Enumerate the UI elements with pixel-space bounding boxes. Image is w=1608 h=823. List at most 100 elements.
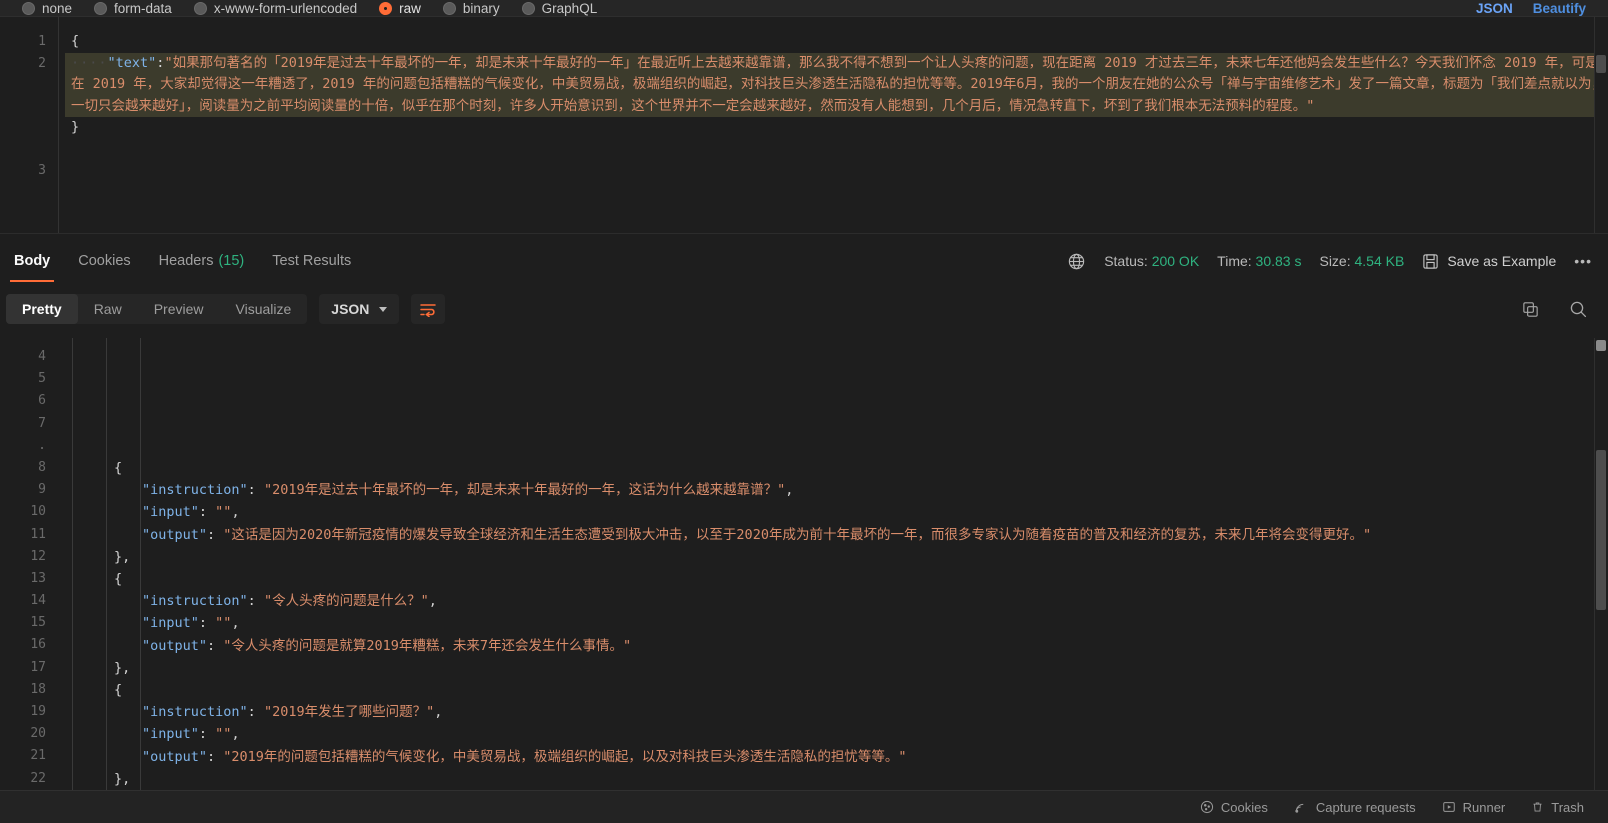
response-scroll-thumb[interactable] xyxy=(1596,450,1606,610)
line-number: 19 xyxy=(30,704,46,719)
response-code-content[interactable]: {"instruction": "2019年是过去十年最坏的一年，却是未来十年最… xyxy=(58,338,1608,790)
statusbar-capture-requests[interactable]: Capture requests xyxy=(1294,800,1416,815)
response-stats: Status: 200 OK Time: 30.83 s Size: 4.54 … xyxy=(1067,252,1608,271)
line-number: 20 xyxy=(30,726,46,742)
body-type-radio-none[interactable]: none xyxy=(22,1,72,16)
code-line[interactable]: "instruction": "2019年发生了哪些问题？", xyxy=(58,701,1608,723)
code-line[interactable]: "input": "", xyxy=(58,612,1608,634)
code-line[interactable]: { xyxy=(58,457,1608,479)
response-format-select[interactable]: JSON xyxy=(319,294,400,324)
statusbar-label: Capture requests xyxy=(1315,799,1416,815)
radio-dot-icon xyxy=(193,1,207,15)
code-token-key: "input" xyxy=(142,615,199,632)
bottom-status-bar: Cookies Capture requests Runner Trash xyxy=(0,790,1608,823)
code-token-punct: : xyxy=(198,504,216,521)
request-format-select[interactable]: JSON xyxy=(1476,1,1513,16)
response-scrollbar[interactable] xyxy=(1594,338,1608,790)
code-line[interactable]: "input": "", xyxy=(58,501,1608,523)
response-body-viewer[interactable]: 4 5 6 7. 8 9 10 11 12 13 14 15 16 17 18 19 20 21 22 {"inst… xyxy=(0,338,1608,790)
line-number: 8 xyxy=(38,459,46,475)
statusbar-label: Cookies xyxy=(1220,799,1268,815)
view-mode-pretty[interactable]: Pretty xyxy=(6,294,78,324)
line-number: 4 xyxy=(38,349,46,364)
radio-dot-icon xyxy=(442,1,456,15)
code-token-str: "这话是因为2020年新冠疫情的爆发导致全球经济和生活生态遭受到极大冲击，以至于… xyxy=(223,526,1372,543)
view-mode-preview[interactable]: Preview xyxy=(138,294,220,324)
code-line[interactable]: ····"text":"如果那句著名的「2019年是过去十年最坏的一年，却是未来… xyxy=(65,52,1608,117)
code-token-punct: , xyxy=(428,593,437,610)
code-token-punct: : xyxy=(247,593,264,610)
code-line[interactable]: }, xyxy=(58,657,1608,679)
code-line[interactable]: "input": "", xyxy=(58,723,1608,745)
code-token-str: "2019年的问题包括糟糕的气候变化，中美贸易战，极端组织的崛起，以及对科技巨头… xyxy=(223,748,907,765)
response-overflow-menu[interactable]: ••• xyxy=(1574,253,1592,269)
line-number: 10 xyxy=(30,504,46,520)
code-token-punct: , xyxy=(231,615,240,632)
floppy-disk-icon xyxy=(1422,253,1439,270)
statusbar-trash[interactable]: Trash xyxy=(1531,800,1584,815)
code-token-punct: : xyxy=(198,726,216,743)
response-scroll-up-marker[interactable] xyxy=(1596,340,1606,351)
line-number: 14 xyxy=(30,593,46,609)
line-number: 15 xyxy=(30,615,46,631)
body-type-radio-raw[interactable]: raw xyxy=(379,1,421,16)
body-type-radio-graphql[interactable]: GraphQL xyxy=(521,1,597,16)
code-line[interactable]: "output": "令人头疼的问题是就算2019年糟糕，未来7年还会发生什么事… xyxy=(58,635,1608,657)
code-line[interactable]: }, xyxy=(58,546,1608,568)
chevron-down-icon xyxy=(379,306,388,312)
response-tab-headers[interactable]: Headers (15) xyxy=(145,240,259,282)
line-number: 5 xyxy=(38,371,46,387)
radio-dot-icon xyxy=(379,1,393,15)
request-body-editor[interactable]: 1 2.... 3 {····"text":"如果那句著名的「2019年是过去十年最… xyxy=(0,17,1608,234)
response-view-modes: Pretty Raw Preview Visualize xyxy=(6,294,308,324)
copy-icon[interactable] xyxy=(1521,300,1540,319)
code-line[interactable]: }, xyxy=(58,768,1608,790)
code-token-dots: ···· xyxy=(71,54,108,71)
code-line[interactable]: "output": "这话是因为2020年新冠疫情的爆发导致全球经济和生活生态遭… xyxy=(58,524,1608,546)
code-token-key: "instruction" xyxy=(142,593,248,610)
request-code-content[interactable]: { ····"text":"如果那句著名的「2019年是过去十年最坏的一年，却是未… xyxy=(58,17,1608,233)
body-type-radio-binary[interactable]: binary xyxy=(442,1,500,16)
code-token-str: "令人头疼的问题是就算2019年糟糕，未来7年还会发生什么事情。" xyxy=(223,637,632,654)
body-type-radio-x-www-form-urlencoded[interactable]: x-www-form-urlencoded xyxy=(193,1,357,16)
line-number: 7 xyxy=(38,415,46,431)
response-tab-cookies[interactable]: Cookies xyxy=(64,240,144,282)
word-wrap-toggle[interactable] xyxy=(411,294,446,324)
code-token-punct: , xyxy=(434,704,443,721)
statusbar-runner[interactable]: Runner xyxy=(1442,800,1505,815)
time-label: Time: xyxy=(1217,253,1252,269)
view-mode-visualize[interactable]: Visualize xyxy=(220,294,308,324)
request-body-type-row: none form-data x-www-form-urlencoded raw bin… xyxy=(0,0,1608,17)
view-mode-raw[interactable]: Raw xyxy=(78,294,138,324)
code-line[interactable]: "output": "2019年的问题包括糟糕的气候变化，中美贸易战，极端组织的… xyxy=(58,746,1608,768)
word-wrap-icon xyxy=(419,302,437,317)
code-line[interactable]: "instruction": "令人头疼的问题是什么？", xyxy=(58,590,1608,612)
code-line[interactable]: "instruction": "2019年是过去十年最坏的一年，却是未来十年最好… xyxy=(58,479,1608,501)
code-line[interactable]: { xyxy=(58,679,1608,701)
response-tab-label: Body xyxy=(14,253,51,269)
code-token-str: "" xyxy=(215,504,232,521)
code-token-brace: { xyxy=(71,33,80,49)
code-token-brace: }, xyxy=(114,659,131,676)
save-as-example-button[interactable]: Save as Example xyxy=(1422,253,1556,270)
status-value: 200 OK xyxy=(1151,253,1200,269)
viewer-right-actions xyxy=(1521,299,1608,319)
search-icon[interactable] xyxy=(1568,299,1588,319)
code-line[interactable]: } xyxy=(65,117,1608,139)
code-line[interactable]: { xyxy=(65,31,1608,53)
code-line[interactable]: { xyxy=(58,568,1608,590)
statusbar-cookies[interactable]: Cookies xyxy=(1200,800,1268,815)
line-number-spacer: . xyxy=(0,96,46,118)
request-editor-scrollbar[interactable] xyxy=(1594,17,1608,233)
beautify-button[interactable]: Beautify xyxy=(1533,1,1586,16)
request-scroll-thumb[interactable] xyxy=(1596,55,1606,73)
line-number: 21 xyxy=(30,748,46,764)
response-meta-row: Body Cookies Headers (15) Test Results Statu… xyxy=(0,240,1608,282)
response-tab-test-results[interactable]: Test Results xyxy=(258,240,365,282)
code-token-key: "instruction" xyxy=(142,704,248,721)
body-type-radio-form-data[interactable]: form-data xyxy=(94,1,172,16)
size-stat: Size: 4.54 KB xyxy=(1319,253,1404,269)
code-token-punct: , xyxy=(231,726,240,743)
globe-icon[interactable] xyxy=(1067,252,1086,271)
response-tab-body[interactable]: Body xyxy=(0,240,64,282)
